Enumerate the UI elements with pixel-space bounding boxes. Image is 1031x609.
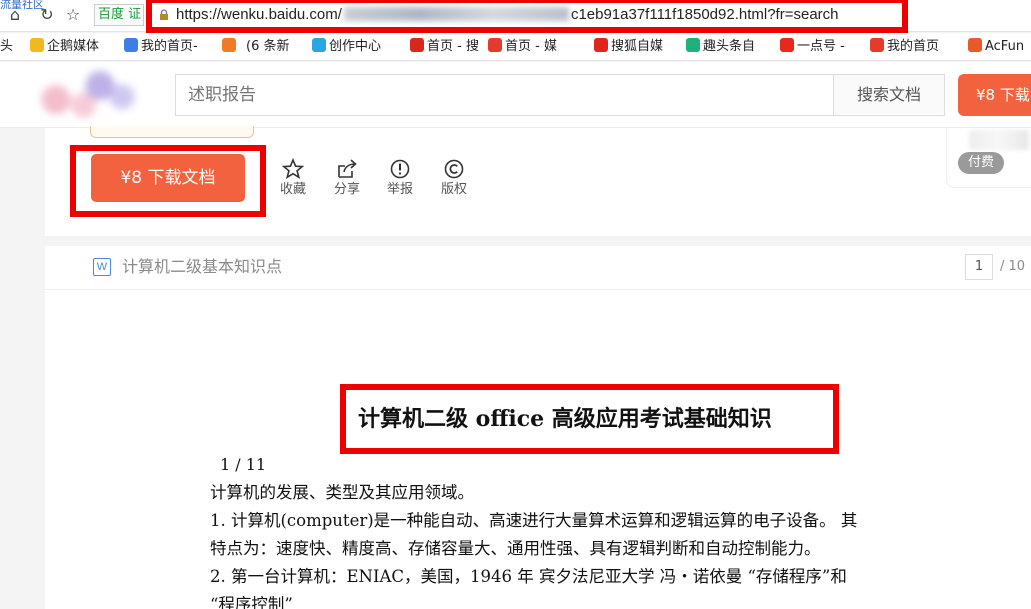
- share-action[interactable]: 分享: [332, 158, 362, 197]
- copyright-icon: [444, 159, 464, 179]
- lock-icon: [160, 9, 168, 20]
- favorite-star-icon[interactable]: ☆: [64, 6, 82, 24]
- page-total: / 10: [1000, 259, 1026, 274]
- bookmark-favicon-icon: [222, 38, 236, 52]
- search-input[interactable]: [175, 74, 835, 116]
- report-icon: [390, 159, 410, 179]
- page-number-input[interactable]: 1: [965, 254, 993, 280]
- collect-label: 收藏: [279, 182, 306, 197]
- download-document-button[interactable]: ¥8 下载文档: [91, 154, 245, 202]
- bookmark-label: (6 条新: [246, 39, 290, 54]
- bookmark-label: 首页 - 搜: [427, 39, 479, 54]
- address-bar[interactable]: https://wenku.baidu.com/c1eb91a37f111f18…: [146, 0, 908, 33]
- bookmark-label: 我的首页-: [141, 39, 198, 54]
- bookmark-item[interactable]: (6 条新: [246, 37, 289, 57]
- bookmark-item[interactable]: 创作中心: [312, 37, 381, 57]
- bookmark-label: 趣头条自: [703, 39, 756, 54]
- bookmark-label: 头: [0, 39, 14, 54]
- paid-badge: 付费: [958, 152, 1004, 174]
- bookmark-item[interactable]: AcFun: [968, 37, 1024, 57]
- document-page-marker: 1 / 11: [220, 455, 267, 474]
- bookmark-favicon-icon: [594, 38, 608, 52]
- bookmark-item[interactable]: [222, 37, 239, 57]
- bookmark-item[interactable]: 头: [0, 37, 13, 57]
- vip-strip[interactable]: [90, 126, 254, 138]
- bookmark-favicon-icon: [312, 38, 326, 52]
- bookmark-label: AcFun: [985, 39, 1025, 54]
- copyright-label: 版权: [440, 182, 467, 197]
- bookmark-label: 一点号 -: [797, 39, 845, 54]
- bookmark-favicon-icon: [30, 38, 44, 52]
- reload-icon[interactable]: ↻: [38, 6, 56, 24]
- bookmark-item[interactable]: 一点号 -: [780, 37, 845, 57]
- word-doc-icon: W: [93, 258, 111, 276]
- bookmark-label: 我的首页: [887, 39, 940, 54]
- side-panel-redacted: [969, 130, 1029, 150]
- paragraph-line: 计算机的发展、类型及其应用领域。: [210, 483, 474, 502]
- bookmark-label: 首页 - 媒: [505, 39, 557, 54]
- share-icon: [338, 159, 357, 178]
- paragraph-line: 1. 计算机(computer)是一种能自动、高速进行大量算术运算和逻辑运算的电…: [210, 511, 858, 530]
- bookmark-item[interactable]: 我的首页-: [124, 37, 198, 57]
- search-button[interactable]: 搜索文档: [833, 74, 945, 116]
- search-engine-label: 百度 证: [98, 7, 142, 22]
- url-host: baidu.com/: [268, 6, 342, 23]
- bookmark-favicon-icon: [410, 38, 424, 52]
- bookmark-item[interactable]: 首页 - 媒: [488, 37, 557, 57]
- paragraph-line: “程序控制”: [210, 595, 293, 609]
- bookmark-favicon-icon: [780, 38, 794, 52]
- url-text: https://wenku.baidu.com/c1eb91a37f111f18…: [176, 5, 839, 25]
- collect-action[interactable]: 收藏: [278, 158, 308, 197]
- bookmarks-bar: 头 企鹅媒体 我的首页- (6 条新 创作中心 首页 - 搜 首页 - 媒 搜狐自媒 趣头条自 一…: [0, 33, 1031, 61]
- browser-address-row: 流量社区 ⌂ ↻ ☆ 百度 证 https://wenku.baidu.com/…: [0, 0, 1031, 33]
- bookmark-label: 企鹅媒体: [47, 39, 100, 54]
- url-redacted-part: [343, 7, 569, 21]
- bookmark-item[interactable]: 趣头条自: [686, 37, 755, 57]
- site-logo[interactable]: [34, 66, 144, 122]
- report-label: 举报: [386, 182, 413, 197]
- share-label: 分享: [333, 182, 360, 197]
- bookmark-label: 创作中心: [329, 39, 382, 54]
- bookmark-item[interactable]: 首页 - 搜: [410, 37, 479, 57]
- bookmark-label: 搜狐自媒: [611, 39, 664, 54]
- bookmark-favicon-icon: [124, 38, 138, 52]
- copyright-action[interactable]: 版权: [439, 158, 469, 197]
- url-suffix: c1eb91a37f111f1850d92.html?fr=search: [570, 6, 839, 23]
- bookmark-item[interactable]: 搜狐自媒: [594, 37, 663, 57]
- paragraph-line: 特点为：速度快、精度高、存储容量大、通用性强、具有逻辑判断和自动控制能力。: [210, 539, 821, 558]
- bookmark-favicon-icon: [968, 38, 982, 52]
- document-title: 计算机二级 office 高级应用考试基础知识: [358, 406, 772, 432]
- report-action[interactable]: 举报: [385, 158, 415, 197]
- paragraph-line: 2. 第一台计算机：ENIAC，美国，1946 年 宾夕法尼亚大学 冯・诺依曼 …: [210, 567, 847, 586]
- bookmark-favicon-icon: [488, 38, 502, 52]
- search-engine-badge[interactable]: 百度 证: [94, 4, 144, 26]
- star-icon: [282, 158, 304, 180]
- url-prefix: https://wenku.: [176, 6, 269, 23]
- document-name: 计算机二级基本知识点: [122, 257, 283, 276]
- bookmark-item[interactable]: 我的首页: [870, 37, 939, 57]
- home-icon[interactable]: ⌂: [6, 6, 24, 24]
- bookmark-favicon-icon: [870, 38, 884, 52]
- bookmark-item[interactable]: 企鹅媒体: [30, 37, 99, 57]
- header-download-button[interactable]: ¥8 下载: [958, 74, 1031, 116]
- bookmark-favicon-icon: [686, 38, 700, 52]
- wenku-header: 搜索文档 ¥8 下载: [0, 62, 1031, 128]
